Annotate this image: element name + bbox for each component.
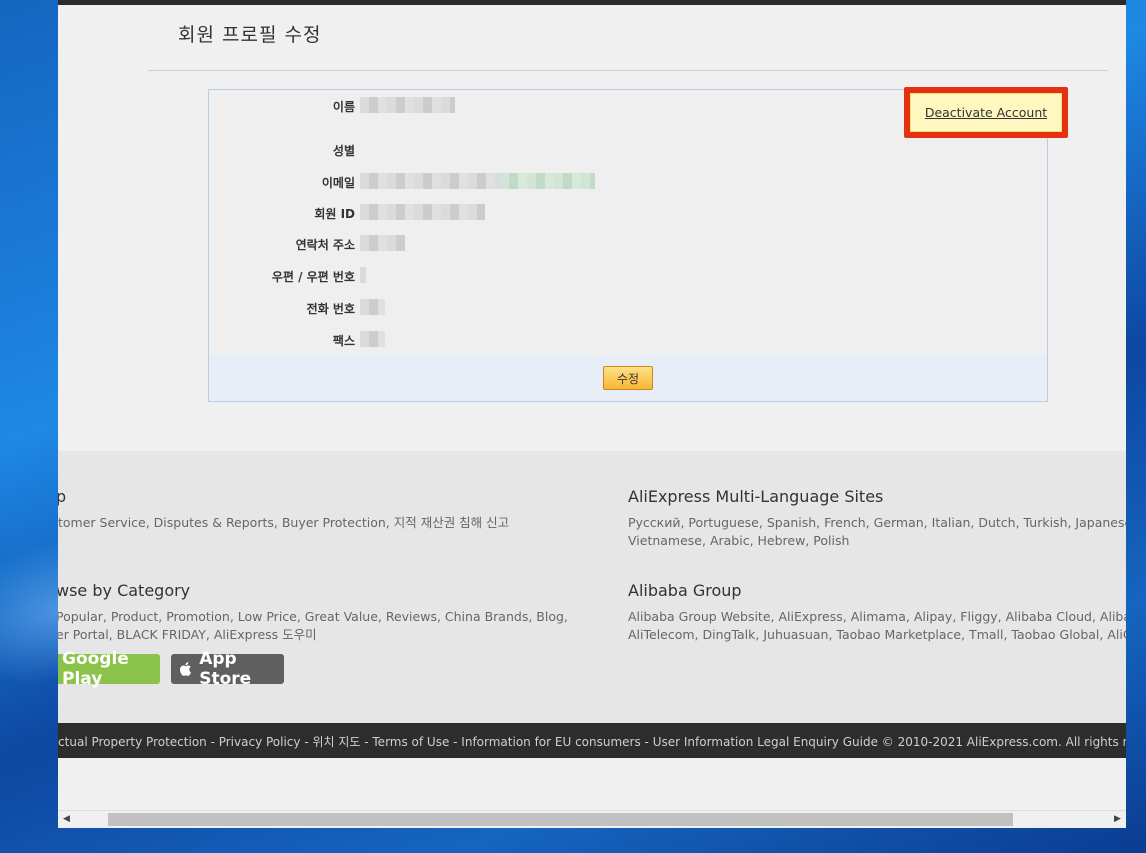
deactivate-highlight: Deactivate Account xyxy=(904,87,1068,138)
redacted-name-value xyxy=(360,97,455,113)
field-label-email: 이메일 xyxy=(321,176,355,190)
site-footer: p tomer Service, Disputes & Reports, Buy… xyxy=(58,451,1126,723)
footer-alibaba-links-2[interactable]: AliTelecom, DingTalk, Juhuasuan, Taobao … xyxy=(628,626,1126,644)
scrollbar-thumb[interactable] xyxy=(108,813,1013,826)
field-label-phone: 전화 번호 xyxy=(306,302,355,316)
title-divider xyxy=(148,70,1108,71)
browser-window: 회원 프로필 수정 이름 성별 이메일 회원 ID 연락처 주소 우편 / 우편… xyxy=(58,0,1126,828)
footer-browse-links-2[interactable]: er Portal, BLACK FRIDAY, AliExpress 도우미 xyxy=(58,626,317,644)
app-store-label: App Store xyxy=(199,649,252,689)
redacted-email-value xyxy=(360,173,500,189)
google-play-button[interactable]: Google Play xyxy=(58,649,160,689)
redacted-phone-value xyxy=(360,299,385,315)
scroll-right-arrow-icon[interactable]: ▶ xyxy=(1114,814,1121,824)
app-store-button[interactable]: App Store xyxy=(171,649,284,689)
deactivate-account-button[interactable]: Deactivate Account xyxy=(910,93,1062,132)
footer-alibaba-links-1[interactable]: Alibaba Group Website, AliExpress, Alima… xyxy=(628,608,1126,626)
footer-multilang-links-2[interactable]: Vietnamese, Arabic, Hebrew, Polish xyxy=(628,532,849,550)
field-label-fax: 팩스 xyxy=(332,334,355,348)
footer-multilang-links-1[interactable]: Русский, Portuguese, Spanish, French, Ge… xyxy=(628,514,1126,532)
redacted-postal-value xyxy=(360,267,366,283)
apple-icon xyxy=(180,662,191,676)
legal-bar: llectual Property Protection - Privacy P… xyxy=(58,723,1126,758)
field-label-contact-address: 연락처 주소 xyxy=(295,238,355,252)
form-footer: 수정 xyxy=(209,355,1047,401)
field-label-postal-code: 우편 / 우편 번호 xyxy=(271,270,355,284)
window-top-strip xyxy=(58,0,1126,5)
redacted-email-domain xyxy=(500,173,595,189)
page-title: 회원 프로필 수정 xyxy=(178,24,322,46)
redacted-member-id-value xyxy=(360,204,485,220)
field-label-gender: 성별 xyxy=(332,144,355,158)
redacted-address-value xyxy=(360,235,405,251)
redacted-fax-value xyxy=(360,331,385,347)
horizontal-scrollbar[interactable]: ◀ ▶ xyxy=(58,810,1126,828)
field-label-name: 이름 xyxy=(332,100,355,114)
google-play-label: Google Play xyxy=(62,649,129,689)
legal-links[interactable]: llectual Property Protection - Privacy P… xyxy=(58,733,1126,750)
footer-alibaba-heading: Alibaba Group xyxy=(628,581,742,600)
field-label-member-id: 회원 ID xyxy=(314,207,355,221)
footer-help-links[interactable]: tomer Service, Disputes & Reports, Buyer… xyxy=(58,514,509,532)
footer-help-heading: p xyxy=(58,487,67,506)
scroll-left-arrow-icon[interactable]: ◀ xyxy=(63,814,70,824)
edit-button[interactable]: 수정 xyxy=(603,366,653,390)
footer-browse-links-1[interactable]: Popular, Product, Promotion, Low Price, … xyxy=(58,608,568,626)
footer-browse-heading: wse by Category xyxy=(58,581,191,600)
footer-multilang-heading: AliExpress Multi-Language Sites xyxy=(628,487,884,506)
